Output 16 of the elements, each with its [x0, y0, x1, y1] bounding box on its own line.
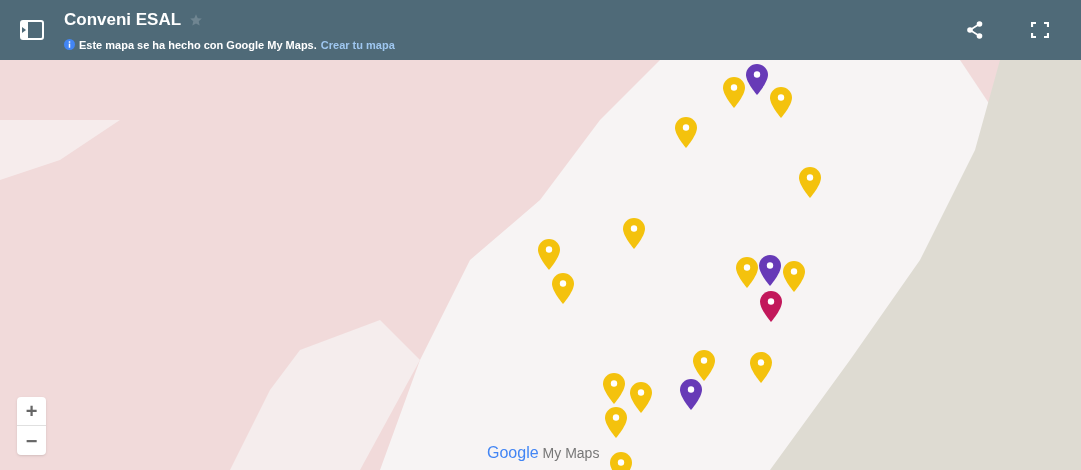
map-title: Conveni ESAL	[64, 9, 182, 31]
map-pin-icon[interactable]	[746, 64, 768, 95]
create-map-link[interactable]: Crear tu mapa	[320, 36, 395, 53]
share-icon[interactable]	[967, 21, 983, 39]
map-pin-icon[interactable]	[759, 255, 781, 286]
star-icon[interactable]	[189, 12, 204, 27]
map-pin-icon[interactable]	[760, 291, 782, 322]
fullscreen-icon[interactable]	[1031, 22, 1049, 38]
info-icon	[64, 39, 75, 51]
zoom-in-button[interactable]: +	[17, 397, 46, 426]
info-text: Este mapa se ha hecho con Google My Maps.	[79, 37, 317, 53]
sidebar-toggle-icon[interactable]	[20, 20, 44, 40]
google-logo: Google	[487, 443, 539, 463]
zoom-out-button[interactable]: −	[17, 426, 46, 455]
my-maps-logo: My Maps	[542, 444, 600, 463]
map-pin-icon[interactable]	[680, 379, 702, 410]
